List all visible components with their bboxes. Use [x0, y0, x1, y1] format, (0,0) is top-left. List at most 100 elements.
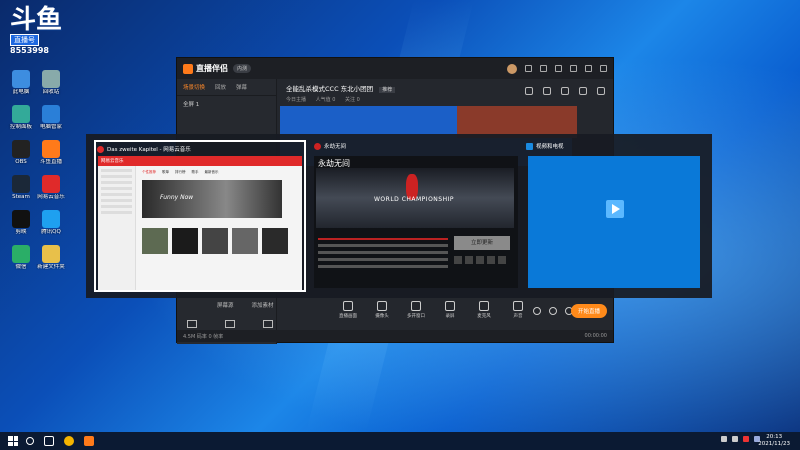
desktop-icon[interactable]: 腾讯QQ	[36, 210, 66, 235]
desktop-icon-label: 此电脑	[12, 89, 30, 95]
social-icon	[487, 256, 495, 264]
album-cover	[172, 228, 198, 254]
game-source-icon[interactable]	[187, 320, 197, 328]
settings-icon[interactable]	[525, 65, 532, 72]
desktop-icon[interactable]: 新建文件夹	[36, 245, 66, 270]
windows-start-icon[interactable]	[8, 436, 18, 446]
room-stat: 今日主播	[286, 97, 307, 103]
source-icons	[187, 320, 273, 328]
maximize-icon[interactable]	[585, 65, 592, 72]
desktop-icon[interactable]: 网易云音乐	[36, 175, 66, 200]
scene-item[interactable]: 全屏 1	[177, 96, 276, 112]
share-icon[interactable]	[525, 87, 533, 95]
tool-record[interactable]: 录屏	[439, 301, 461, 319]
desktop-icon[interactable]: 此电脑	[6, 70, 36, 95]
tab-sources[interactable]: 屏幕源	[217, 301, 234, 309]
network-icon[interactable]	[721, 436, 727, 442]
app-icon	[42, 175, 60, 193]
room-stat: 人气值 0	[315, 97, 336, 103]
avatar[interactable]	[507, 63, 517, 74]
chrome-icon[interactable]	[64, 436, 74, 446]
news-header-line	[318, 238, 448, 240]
link-icon[interactable]	[533, 307, 541, 315]
eye-icon[interactable]	[549, 307, 557, 315]
desktop-icon-label: 网易云音乐	[37, 194, 65, 200]
app-icon	[12, 210, 30, 228]
news-line	[318, 244, 448, 247]
douyu-brand: 斗鱼 直播号 8553998	[10, 6, 70, 58]
douyu-logo-text: 斗鱼	[10, 5, 63, 35]
tool-multi-window[interactable]: 多开窗口	[405, 301, 427, 319]
live-companion-taskbar-icon[interactable]	[84, 436, 94, 446]
tool-label: 录屏	[445, 314, 455, 319]
sidebar-line	[101, 169, 132, 172]
tool-live-view[interactable]: 直播画面	[337, 301, 359, 319]
layout-icon[interactable]	[579, 87, 587, 95]
music-tab: 个性推荐	[142, 170, 156, 174]
menu-icon[interactable]	[555, 65, 562, 72]
tab-danmaku[interactable]: 弹幕	[236, 83, 247, 91]
music-thumbnail: 网易云音乐 个性推荐 歌单 排行榜 歌手 最新音乐 Funny Now	[98, 156, 302, 290]
sidebar-line	[101, 199, 132, 202]
scene-tabs: 场景切换 回放 弹幕	[177, 79, 276, 96]
music-sidebar	[98, 166, 136, 290]
desktop-icon[interactable]: 微信	[6, 245, 36, 270]
banner-title: Funny Now	[160, 194, 194, 201]
screen-icon	[343, 301, 353, 311]
game-hero-banner: WORLD CHAMPIONSHIP	[316, 168, 514, 228]
volume-icon[interactable]	[732, 436, 738, 442]
tab-add-material[interactable]: 添加素材	[252, 301, 274, 309]
desktop-icon[interactable]: 剪映	[6, 210, 36, 235]
thumb-title: Das zweite Kapitel - 网易云音乐	[107, 147, 191, 153]
thumb-header: Das zweite Kapitel - 网易云音乐	[97, 143, 303, 155]
record-icon	[445, 301, 455, 311]
mail-icon[interactable]	[540, 65, 547, 72]
music-tab: 歌单	[162, 170, 169, 174]
desktop-icon[interactable]: 电脑管家	[36, 105, 66, 130]
camera-icon	[377, 301, 387, 311]
layer-icon[interactable]	[263, 320, 273, 328]
sidebar-line	[101, 187, 132, 190]
download-icon[interactable]	[225, 320, 235, 328]
status-left: 4.5M 码率 0 帧率	[183, 334, 224, 340]
tool-label: 摄像头	[375, 314, 389, 319]
tool-camera[interactable]: 摄像头	[371, 301, 393, 319]
album-cover	[202, 228, 228, 254]
desktop-icon[interactable]: Steam	[6, 175, 36, 200]
tab-replay[interactable]: 回放	[215, 83, 226, 91]
switcher-window-video[interactable]: 视频和电视	[526, 140, 706, 292]
room-number: 8553998	[10, 46, 49, 55]
music-tab: 最新音乐	[204, 170, 219, 174]
app-icon	[12, 245, 30, 263]
app-icon	[42, 140, 60, 158]
desktop-icon[interactable]: 控制面板	[6, 105, 36, 130]
desktop-icon[interactable]: 回收站	[36, 70, 66, 95]
tool-label: 直播画面	[339, 314, 357, 319]
tool-microphone[interactable]: 麦克风	[473, 301, 495, 319]
task-view-icon[interactable]	[44, 436, 54, 446]
search-icon[interactable]	[26, 437, 34, 445]
game-icon	[314, 142, 321, 150]
news-list	[318, 234, 448, 272]
music-banner: Funny Now	[142, 180, 282, 218]
app-titlebar[interactable]: 直播伴侣 内测	[177, 58, 613, 79]
close-icon[interactable]	[600, 65, 607, 72]
start-live-button[interactable]: 开始直播	[570, 304, 607, 318]
clock[interactable]: 20:13 2021/11/23	[758, 434, 790, 448]
lock-icon[interactable]	[543, 87, 551, 95]
app-name: 直播伴侣	[196, 64, 228, 73]
switcher-window-music[interactable]: Das zweite Kapitel - 网易云音乐 网易云音乐 个性推荐 歌单…	[94, 140, 306, 292]
source-tabs: 屏幕源 添加素材	[217, 301, 274, 309]
tool-sound[interactable]: 声音	[507, 301, 529, 319]
fullscreen-icon[interactable]	[561, 87, 569, 95]
switcher-window-game[interactable]: 永劫无间 永劫无间 WORLD CHAMPIONSHIP 立即更新	[308, 140, 520, 292]
desktop-icon-label: 电脑管家	[39, 124, 62, 130]
desktop-icon[interactable]: OBS	[6, 140, 36, 165]
chinese-input-icon[interactable]	[743, 436, 749, 442]
tab-scene[interactable]: 场景切换	[183, 83, 205, 91]
stream-toolbar: 直播画面 摄像头 多开窗口 录屏 麦克风 声音	[337, 301, 529, 319]
more-icon[interactable]	[597, 87, 605, 95]
app-icon	[12, 175, 30, 193]
minimize-icon[interactable]	[570, 65, 577, 72]
desktop-icon[interactable]: 斗鱼直播	[36, 140, 66, 165]
